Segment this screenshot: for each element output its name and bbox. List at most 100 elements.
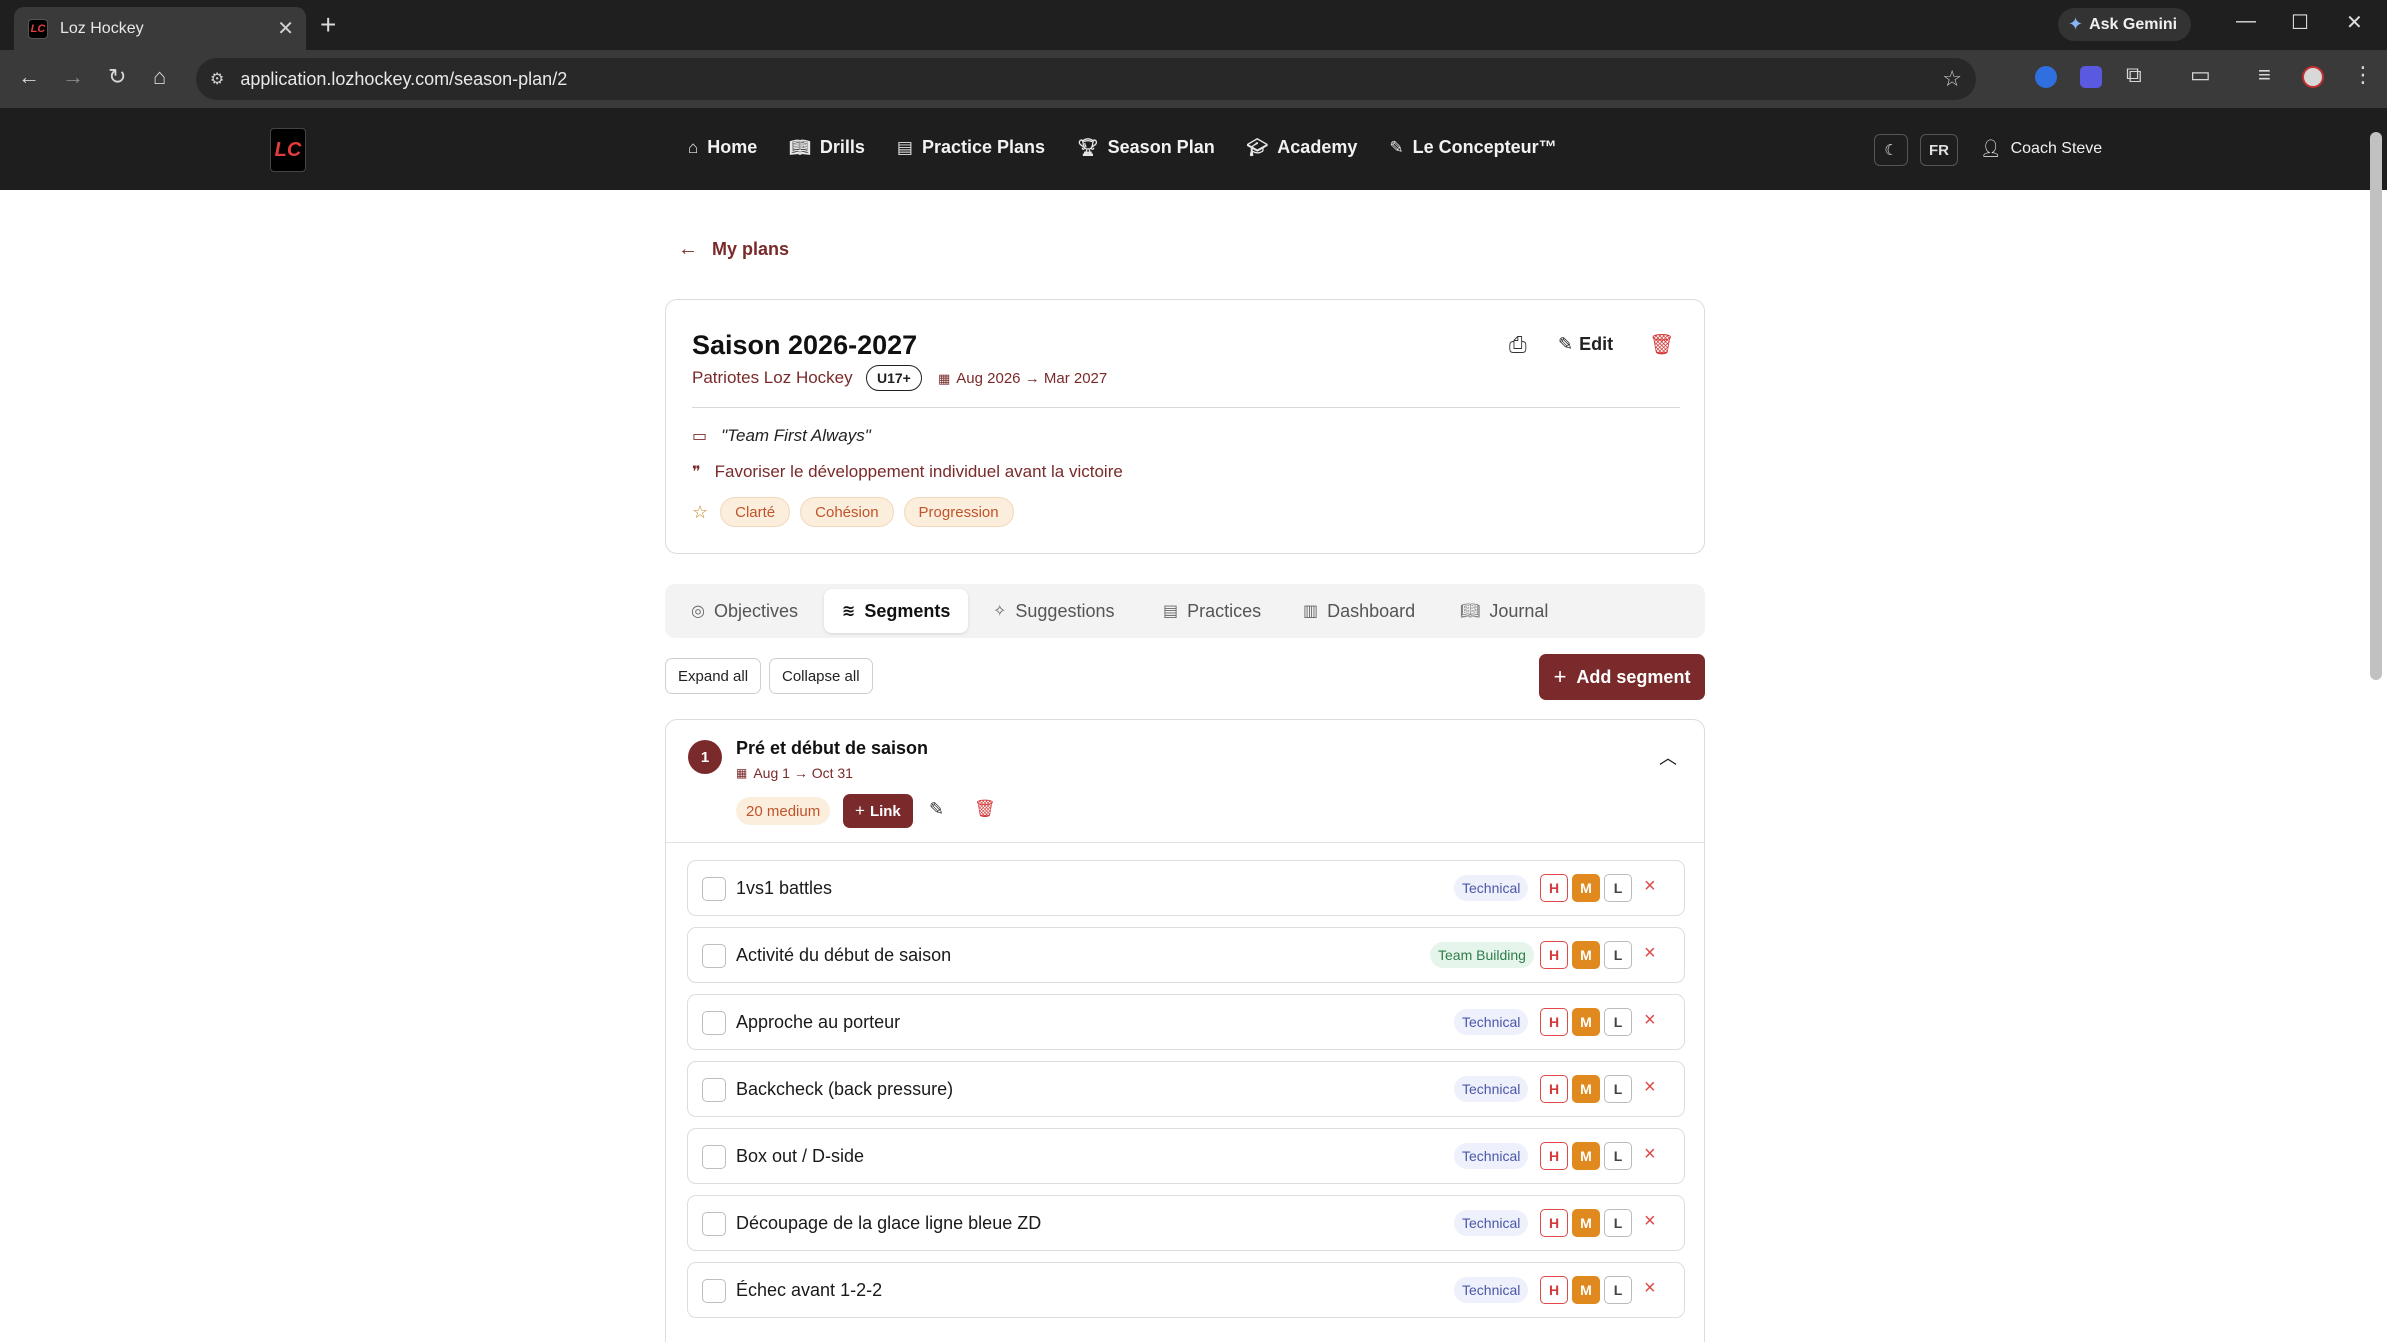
intensity-h-button[interactable]: H [1540, 941, 1568, 969]
intensity-m-button[interactable]: M [1572, 1209, 1600, 1237]
remove-drill-icon[interactable]: × [1644, 1009, 1656, 1032]
team-name: Patriotes Loz Hockey [692, 368, 853, 387]
value-chip: Cohésion [800, 497, 894, 527]
intensity-m-button[interactable]: M [1572, 1142, 1600, 1170]
user-name: Coach Steve [2010, 140, 2103, 157]
browser-tab[interactable]: LC Loz Hockey ✕ [14, 7, 306, 50]
intensity-h-button[interactable]: H [1540, 1276, 1568, 1304]
remove-drill-icon[interactable]: × [1644, 1143, 1656, 1166]
team-motto: ▭ "Team First Always" [692, 426, 871, 446]
drill-row[interactable]: Activité du début de saison Team Building… [687, 927, 1685, 983]
intensity-m-button[interactable]: M [1572, 1008, 1600, 1036]
edit-segment-button[interactable]: ✎ [929, 799, 944, 820]
drill-checkbox[interactable] [702, 944, 726, 968]
site-settings-icon[interactable]: ⚙ [210, 69, 224, 89]
intensity-l-button[interactable]: L [1604, 1008, 1632, 1036]
nav-season-plan[interactable]: 🏆︎ Season Plan [1077, 137, 1215, 158]
add-segment-button[interactable]: + Add segment [1539, 654, 1705, 700]
remove-drill-icon[interactable]: × [1644, 1076, 1656, 1099]
minimize-icon[interactable]: — [2236, 10, 2256, 33]
profile-avatar-icon[interactable] [2302, 66, 2324, 88]
remove-drill-icon[interactable]: × [1644, 875, 1656, 898]
nav-academy[interactable]: 🎓︎ Academy [1247, 137, 1358, 158]
media-icon[interactable]: ≡ [2258, 62, 2271, 88]
expand-all-button[interactable]: Expand all [665, 658, 762, 694]
cast-icon[interactable]: ▭ [2190, 62, 2211, 88]
trash-icon: 🗑︎ [974, 799, 996, 818]
intensity-l-button[interactable]: L [1604, 1276, 1632, 1304]
value-chip: Clarté [720, 497, 791, 527]
intensity-selector: HML [1540, 1142, 1632, 1170]
language-toggle[interactable]: FR [1920, 134, 1958, 166]
remove-drill-icon[interactable]: × [1644, 942, 1656, 965]
dark-mode-toggle[interactable]: ☾ [1874, 134, 1908, 166]
intensity-h-button[interactable]: H [1540, 874, 1568, 902]
link-drill-button[interactable]: + Link [843, 794, 913, 828]
drill-row[interactable]: Échec avant 1-2-2 Technical H M L × [687, 1262, 1685, 1318]
extension-icon[interactable] [2035, 66, 2057, 88]
nav-drills[interactable]: 📖︎ Drills [789, 137, 865, 158]
loz-hockey-logo[interactable]: LC [270, 128, 306, 172]
tab-dashboard[interactable]: ▥ Dashboard [1285, 589, 1433, 633]
maximize-icon[interactable]: ☐ [2291, 10, 2309, 35]
drill-checkbox[interactable] [702, 1011, 726, 1035]
tab-suggestions[interactable]: ✧ Suggestions [975, 589, 1132, 633]
intensity-h-button[interactable]: H [1540, 1008, 1568, 1036]
extension-icon[interactable] [2080, 66, 2102, 88]
intensity-l-button[interactable]: L [1604, 874, 1632, 902]
browser-home-icon[interactable]: ⌂ [153, 64, 166, 90]
forward-arrow-icon[interactable]: → [62, 64, 84, 90]
tab-segments[interactable]: ≋ Segments [824, 589, 969, 633]
tab-objectives[interactable]: ◎ Objectives [673, 589, 816, 633]
window-close-icon[interactable]: ✕ [2346, 10, 2363, 35]
browser-menu-icon[interactable]: ⋮ [2352, 62, 2374, 88]
extensions-puzzle-icon[interactable]: ⧉ [2126, 62, 2142, 88]
user-menu[interactable]: 👤︎ Coach Steve [1980, 139, 2102, 159]
segment-header[interactable]: 1 Pré et début de saison ▦ Aug 1 → Oct 3… [666, 720, 1704, 843]
ask-gemini-button[interactable]: ✦ Ask Gemini [2058, 8, 2192, 41]
tab-close-icon[interactable]: ✕ [277, 19, 294, 39]
page-scrollbar[interactable] [2370, 132, 2382, 680]
tab-practices[interactable]: ▤ Practices [1145, 589, 1279, 633]
address-bar[interactable]: ⚙ application.lozhockey.com/season-plan/… [196, 58, 1976, 100]
remove-drill-icon[interactable]: × [1644, 1210, 1656, 1233]
intensity-h-button[interactable]: H [1540, 1209, 1568, 1237]
drill-row[interactable]: Backcheck (back pressure) Technical H M L × [687, 1061, 1685, 1117]
chevron-up-icon[interactable]: ︿ [1659, 744, 1677, 770]
drill-checkbox[interactable] [702, 1078, 726, 1102]
new-tab-icon[interactable]: + [320, 10, 336, 40]
collapse-all-button[interactable]: Collapse all [769, 658, 873, 694]
drill-checkbox[interactable] [702, 1145, 726, 1169]
edit-button[interactable]: ✎ Edit [1558, 334, 1613, 355]
delete-plan-button[interactable]: 🗑︎ [1649, 332, 1674, 357]
intensity-m-button[interactable]: M [1572, 1276, 1600, 1304]
drill-checkbox[interactable] [702, 877, 726, 901]
back-link[interactable]: ← My plans [678, 238, 789, 261]
back-arrow-icon[interactable]: ← [18, 64, 40, 90]
intensity-l-button[interactable]: L [1604, 1075, 1632, 1103]
drill-row[interactable]: Découpage de la glace ligne bleue ZD Tech… [687, 1195, 1685, 1251]
drill-row[interactable]: Box out / D-side Technical H M L × [687, 1128, 1685, 1184]
remove-drill-icon[interactable]: × [1644, 1277, 1656, 1300]
intensity-m-button[interactable]: M [1572, 941, 1600, 969]
intensity-l-button[interactable]: L [1604, 1142, 1632, 1170]
drill-row[interactable]: Approche au porteur Technical H M L × [687, 994, 1685, 1050]
intensity-h-button[interactable]: H [1540, 1075, 1568, 1103]
intensity-l-button[interactable]: L [1604, 941, 1632, 969]
nav-practice-plans[interactable]: ▤ Practice Plans [897, 137, 1045, 158]
intensity-h-button[interactable]: H [1540, 1142, 1568, 1170]
reload-icon[interactable]: ↻ [108, 64, 126, 90]
date-range-text: Aug 2026 → Mar 2027 [956, 370, 1108, 387]
drill-row[interactable]: 1vs1 battles Technical H M L × [687, 860, 1685, 916]
intensity-l-button[interactable]: L [1604, 1209, 1632, 1237]
print-button[interactable]: ⎙ [1509, 332, 1527, 358]
nav-le-concepteur[interactable]: ✎ Le Concepteur™ [1389, 137, 1556, 158]
intensity-m-button[interactable]: M [1572, 874, 1600, 902]
intensity-m-button[interactable]: M [1572, 1075, 1600, 1103]
tab-journal[interactable]: 📖︎ Journal [1442, 589, 1566, 633]
nav-home[interactable]: ⌂ Home [688, 137, 757, 158]
bookmark-star-icon[interactable]: ☆ [1942, 66, 1962, 92]
delete-segment-button[interactable]: 🗑︎ [974, 799, 996, 819]
drill-checkbox[interactable] [702, 1279, 726, 1303]
drill-checkbox[interactable] [702, 1212, 726, 1236]
